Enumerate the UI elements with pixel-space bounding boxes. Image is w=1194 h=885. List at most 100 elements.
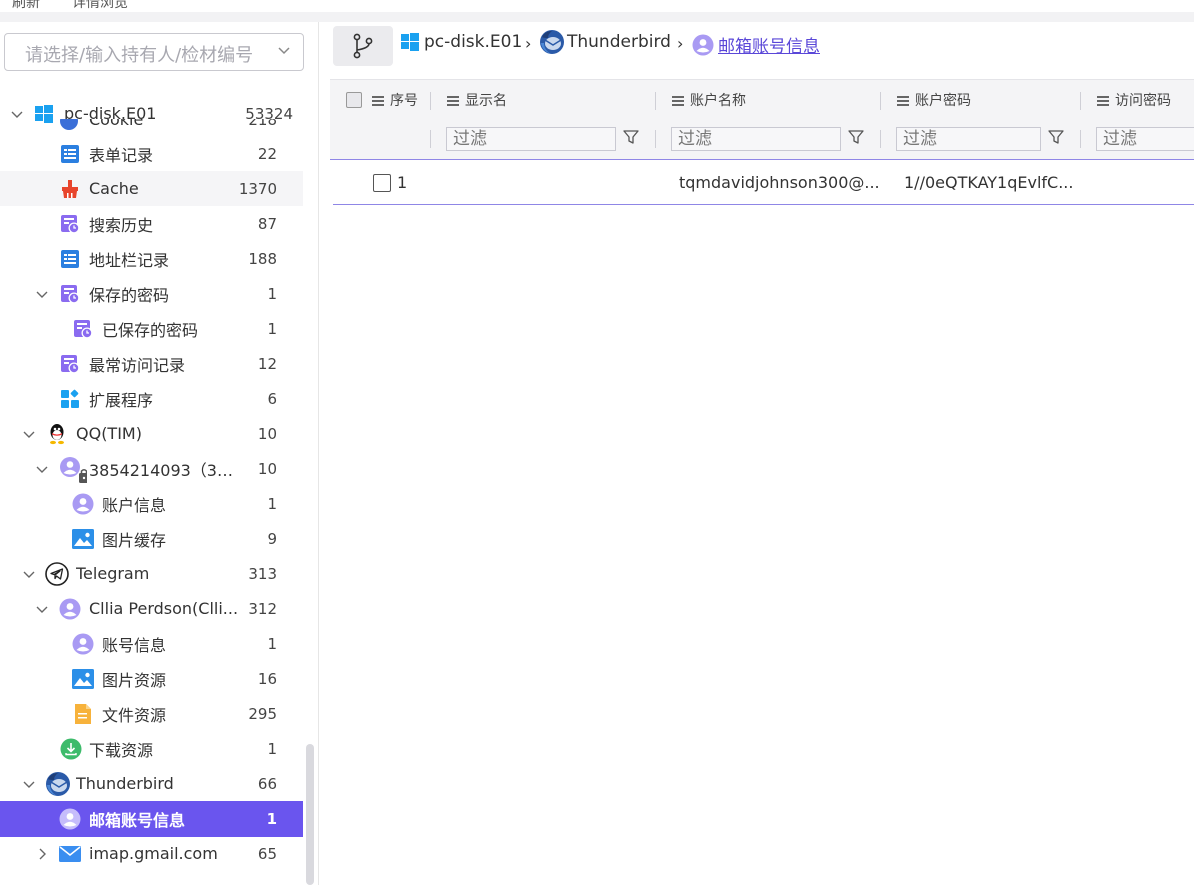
breadcrumb-separator: › xyxy=(525,34,532,53)
tree-item-label: QQ(TIM) xyxy=(76,424,142,443)
tree-item-saved-passwords[interactable]: 保存的密码 1 xyxy=(0,276,303,311)
filter-input-access-password[interactable]: 过滤 xyxy=(1096,127,1194,151)
breadcrumb-item-mail-accounts[interactable]: 邮箱账号信息 xyxy=(692,32,820,57)
tree-item-account-info[interactable]: 账户信息 1 xyxy=(0,486,303,521)
column-menu-icon[interactable] xyxy=(1097,95,1109,106)
tree-item-file-resources[interactable]: 文件资源 295 xyxy=(0,696,303,731)
breadcrumb-item-thunderbird[interactable]: Thunderbird xyxy=(539,29,671,55)
form-icon xyxy=(60,144,80,164)
column-resize-handle[interactable] xyxy=(880,92,881,110)
chevron-down-icon[interactable] xyxy=(22,777,36,791)
tree-item-label: 邮箱账号信息 xyxy=(89,811,186,830)
windows-icon xyxy=(401,33,419,51)
cache-icon xyxy=(60,179,80,199)
filter-icon[interactable] xyxy=(622,128,640,146)
select-all-checkbox[interactable] xyxy=(346,92,362,108)
column-resize-handle[interactable] xyxy=(430,92,431,110)
tree-item-label: 已保存的密码 xyxy=(102,320,199,340)
tree-item-qq-account[interactable]: 3854214093（385... 10 xyxy=(0,451,303,486)
tree-item-label: 文件资源 xyxy=(102,705,167,725)
tree-item-count: 1 xyxy=(267,634,277,653)
tree-item-qq[interactable]: QQ(TIM) 10 xyxy=(0,416,303,451)
column-header-display-name[interactable]: 显示名 xyxy=(447,80,507,120)
chevron-down-icon[interactable] xyxy=(22,567,36,581)
tree-item-count: 218 xyxy=(248,119,277,129)
table-row[interactable]: 1 tqmdavidjohnson300@... 1//0eQTKAY1qEvl… xyxy=(333,160,1194,205)
tree-item-address-bar[interactable]: 地址栏记录 188 xyxy=(0,241,303,276)
filter-input-account-name[interactable]: 过滤 xyxy=(671,127,841,151)
column-header-account-password[interactable]: 账户密码 xyxy=(897,80,971,120)
tree-item-stored-passwords[interactable]: 已保存的密码 1 xyxy=(0,311,303,346)
tree-item-count: 87 xyxy=(257,214,277,233)
chevron-right-icon[interactable] xyxy=(35,847,49,861)
column-header-index[interactable]: 序号 xyxy=(372,80,418,120)
tree-item-account-details[interactable]: 账号信息 1 xyxy=(0,626,303,661)
holder-select[interactable]: 请选择/输入持有人/检材编号 xyxy=(4,33,304,71)
tree-item-label: 保存的密码 xyxy=(89,285,170,305)
cell-account-name: tqmdavidjohnson300@... xyxy=(679,173,880,192)
toolbar-separator xyxy=(0,12,1194,22)
tree-item-count: 12 xyxy=(257,354,277,373)
form-icon xyxy=(60,249,80,269)
tree-item-telegram-account[interactable]: Cllia Perdson(Clli... 312 xyxy=(0,591,303,626)
tree-item-count: 65 xyxy=(257,844,277,863)
chevron-down-icon xyxy=(278,47,290,55)
filter-input-display-name[interactable]: 过滤 xyxy=(446,127,616,151)
evidence-tree: pc-disk.E01 53324 Cookie 218 表单记录 22 Cac… xyxy=(0,96,318,885)
tree-item-form-records[interactable]: 表单记录 22 xyxy=(0,136,303,171)
tree-item-download-resources[interactable]: 下载资源 1 xyxy=(0,731,303,766)
tree-item-count: 1 xyxy=(266,810,277,828)
user-locked-icon xyxy=(59,456,87,483)
tree-item-count: 295 xyxy=(248,704,277,723)
tree-item-image-resources[interactable]: 图片资源 16 xyxy=(0,661,303,696)
cell-index: 1 xyxy=(397,173,408,192)
chevron-down-icon[interactable] xyxy=(35,602,49,616)
filter-icon[interactable] xyxy=(847,128,865,146)
chevron-down-icon[interactable] xyxy=(35,462,49,476)
sidebar-scrollbar[interactable] xyxy=(306,744,314,885)
tree-item-mail-accounts[interactable]: 邮箱账号信息 1 xyxy=(0,801,303,837)
branch-toggle-button[interactable] xyxy=(333,26,393,66)
tree-item-extensions[interactable]: 扩展程序 6 xyxy=(0,381,303,416)
column-menu-icon[interactable] xyxy=(447,95,459,106)
column-resize-handle[interactable] xyxy=(1080,92,1081,110)
refresh-menu[interactable]: 刷新 xyxy=(12,0,40,12)
column-header-account-name[interactable]: 账户名称 xyxy=(672,80,746,120)
column-menu-icon[interactable] xyxy=(897,95,909,106)
user-icon xyxy=(692,34,714,55)
cookie-icon xyxy=(59,119,79,131)
tree-item-top-sites[interactable]: 最常访问记录 12 xyxy=(0,346,303,381)
tree-item-count: 313 xyxy=(248,564,277,583)
column-menu-icon[interactable] xyxy=(672,95,684,106)
breadcrumb-label: Thunderbird xyxy=(567,32,671,52)
tree-item-cache[interactable]: Cache 1370 xyxy=(0,171,303,206)
tree-item-imap-gmail[interactable]: imap.gmail.com 65 xyxy=(0,836,303,871)
tree-item-count: 188 xyxy=(248,249,277,268)
chevron-down-icon[interactable] xyxy=(35,287,49,301)
tree-item-telegram[interactable]: Telegram 313 xyxy=(0,556,303,591)
chevron-down-icon[interactable] xyxy=(22,427,36,441)
detail-browse-menu[interactable]: 详情浏览 xyxy=(72,0,128,12)
column-menu-icon[interactable] xyxy=(372,95,384,106)
filter-icon[interactable] xyxy=(1047,128,1065,146)
breadcrumb: pc-disk.E01 › Thunderbird › 邮箱账号信息 xyxy=(330,22,1194,68)
tree-item-label: imap.gmail.com xyxy=(89,844,218,863)
user-icon xyxy=(72,493,94,515)
tree-item-thunderbird[interactable]: Thunderbird 66 xyxy=(0,766,303,801)
filter-input-account-password[interactable]: 过滤 xyxy=(896,127,1041,151)
tree-item-search-history[interactable]: 搜索历史 87 xyxy=(0,206,303,241)
tree-item-count: 9 xyxy=(267,529,277,548)
tree-item-label: 账号信息 xyxy=(102,635,167,655)
tree-item-image-cache[interactable]: 图片缓存 9 xyxy=(0,521,303,556)
tree-item-cookie[interactable]: Cookie 218 xyxy=(0,119,303,131)
qq-icon xyxy=(47,423,67,444)
breadcrumb-item-pc-disk[interactable]: pc-disk.E01 xyxy=(401,32,522,52)
tree-item-count: 66 xyxy=(257,774,277,793)
tree-item-label: 扩展程序 xyxy=(89,390,154,410)
row-checkbox[interactable] xyxy=(373,174,391,192)
column-header-access-password[interactable]: 访问密码 xyxy=(1097,80,1171,120)
column-resize-handle[interactable] xyxy=(655,92,656,110)
tree-item-label: 图片资源 xyxy=(102,670,167,690)
table-header: 序号 显示名 账户名称 账户密码 访问密码 xyxy=(330,79,1194,120)
thunderbird-icon xyxy=(540,30,564,54)
